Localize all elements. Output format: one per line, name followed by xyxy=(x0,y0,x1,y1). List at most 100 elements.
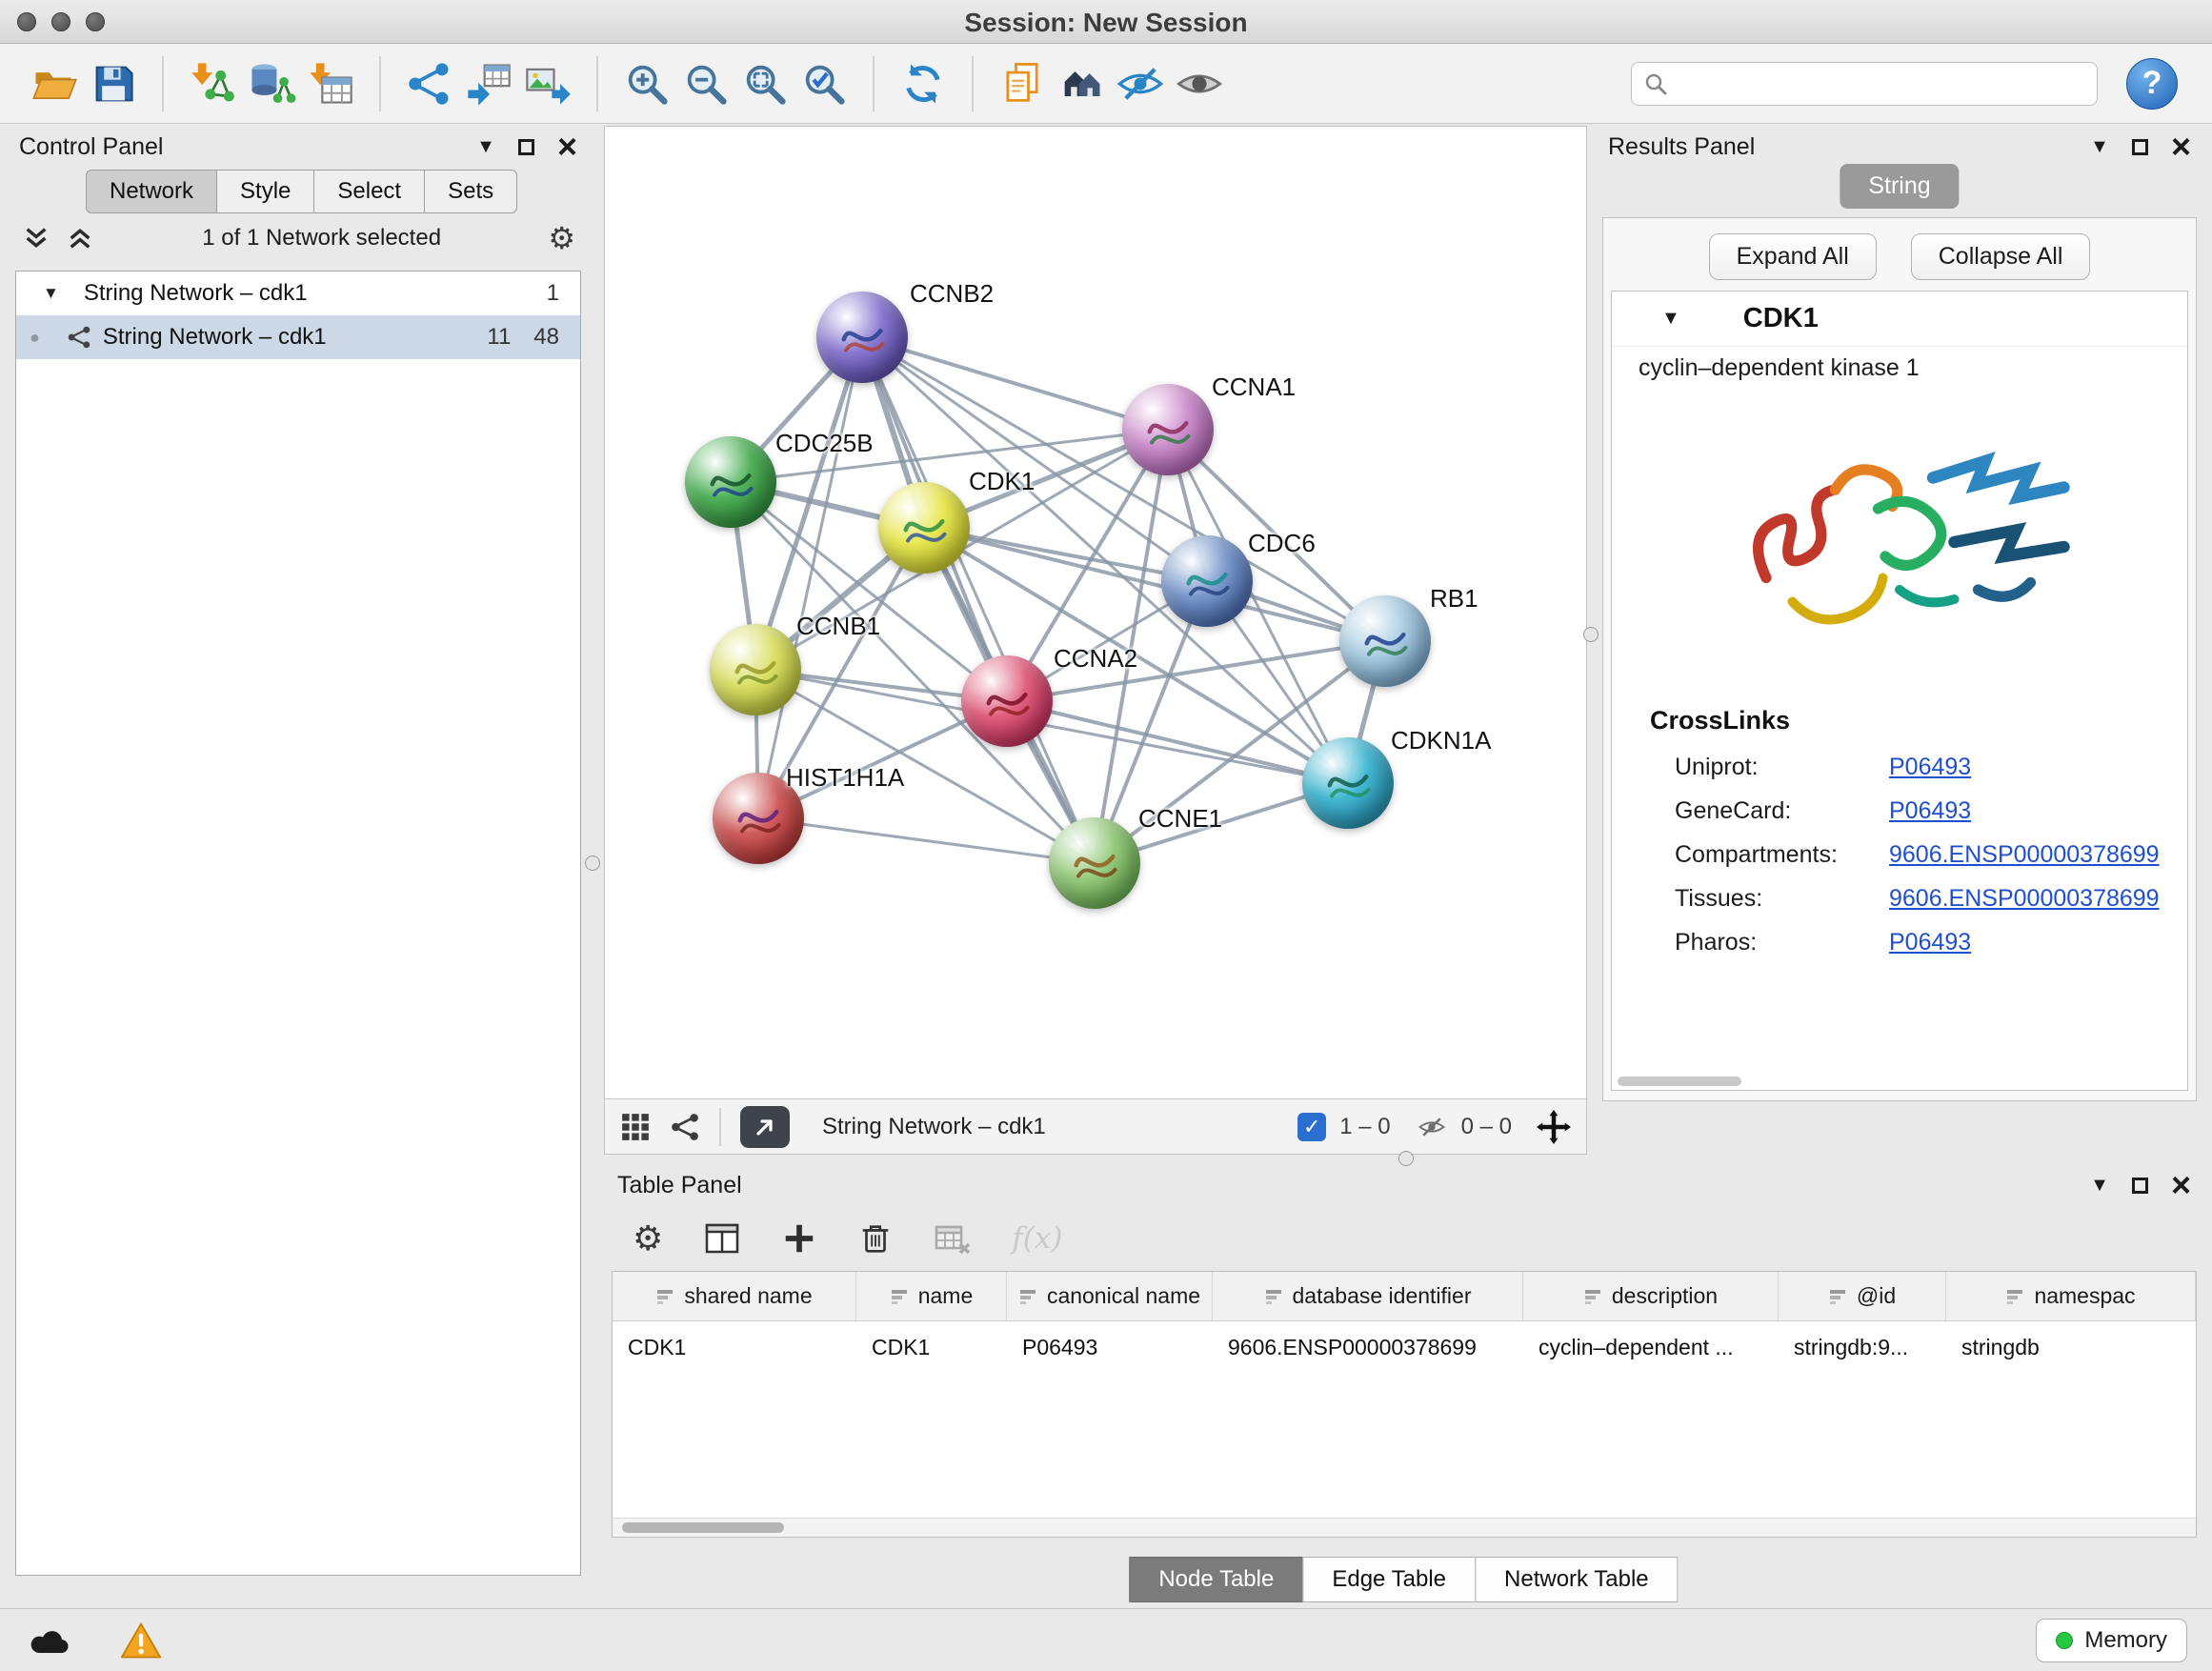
new-network-button[interactable] xyxy=(400,54,459,113)
save-session-button[interactable] xyxy=(84,54,143,113)
panel-float-icon[interactable]: ▼ xyxy=(476,137,495,156)
left-splitter-handle[interactable] xyxy=(585,856,600,871)
import-network-from-database-button[interactable] xyxy=(242,54,301,113)
tab-edge-table[interactable]: Edge Table xyxy=(1302,1557,1476,1602)
collapse-gene-icon[interactable]: ▼ xyxy=(1661,308,1680,330)
network-node-ccna1[interactable] xyxy=(1122,384,1214,475)
tab-network[interactable]: Network xyxy=(86,170,217,213)
panel-close-icon[interactable]: × xyxy=(557,130,577,164)
column-header[interactable]: database identifier xyxy=(1213,1272,1523,1320)
table-options-gear-icon[interactable]: ⚙ xyxy=(633,1218,663,1258)
zoom-fit-button[interactable] xyxy=(735,54,794,113)
search-box[interactable] xyxy=(1631,62,2098,106)
detach-view-button[interactable] xyxy=(740,1106,790,1148)
scrollbar-thumb[interactable] xyxy=(622,1522,784,1533)
tab-node-table[interactable]: Node Table xyxy=(1129,1557,1303,1602)
collapse-all-networks-icon[interactable] xyxy=(65,225,95,252)
tab-style[interactable]: Style xyxy=(216,170,314,213)
hide-selected-button[interactable] xyxy=(1111,54,1170,113)
panel-maximize-icon[interactable] xyxy=(2132,1178,2148,1194)
cell-at-id[interactable]: stringdb:9... xyxy=(1779,1321,1946,1373)
zoom-out-button[interactable] xyxy=(676,54,735,113)
search-input[interactable] xyxy=(1678,70,2085,97)
panel-maximize-icon[interactable] xyxy=(2132,139,2148,155)
network-view-toolbar: String Network – cdk1 ✓ 1 – 0 0 – 0 xyxy=(605,1098,1586,1154)
cell-canonical-name[interactable]: P06493 xyxy=(1007,1321,1213,1373)
delete-column-trash-icon[interactable] xyxy=(857,1220,894,1257)
save-floppy-icon xyxy=(89,59,138,109)
tab-network-table[interactable]: Network Table xyxy=(1475,1557,1679,1602)
crosshair-move-icon[interactable] xyxy=(1537,1110,1571,1144)
network-node-cdk1[interactable] xyxy=(878,482,970,574)
panel-float-icon[interactable]: ▼ xyxy=(2090,1176,2109,1195)
network-node-rb1[interactable] xyxy=(1339,595,1431,687)
import-table-from-file-button[interactable] xyxy=(301,54,360,113)
panel-float-icon[interactable]: ▼ xyxy=(2090,137,2109,156)
birdseye-view-button[interactable] xyxy=(670,1112,700,1142)
import-network-from-file-button[interactable] xyxy=(183,54,242,113)
panel-maximize-icon[interactable] xyxy=(518,139,534,155)
export-image-button[interactable] xyxy=(518,54,577,113)
zoom-in-button[interactable] xyxy=(617,54,676,113)
cell-namespace[interactable]: stringdb xyxy=(1946,1321,2196,1373)
network-node-ccnb2[interactable] xyxy=(816,292,908,383)
crosslink-uniprot-link[interactable]: P06493 xyxy=(1889,754,1971,781)
panel-close-icon[interactable]: × xyxy=(2171,130,2191,164)
crosslink-tissues-link[interactable]: 9606.ENSP00000378699 xyxy=(1889,885,2160,913)
tab-string[interactable]: String xyxy=(1840,164,1959,209)
show-columns-icon[interactable] xyxy=(703,1219,741,1258)
tab-sets[interactable]: Sets xyxy=(424,170,517,213)
tree-expander-icon[interactable]: ▼ xyxy=(43,284,59,303)
warning-icon[interactable] xyxy=(120,1621,162,1661)
selected-nodes-checkbox-icon[interactable]: ✓ xyxy=(1297,1113,1326,1141)
zoom-selected-button[interactable] xyxy=(794,54,854,113)
cloud-icon[interactable] xyxy=(25,1622,74,1659)
bottom-splitter-handle[interactable] xyxy=(1398,1151,1414,1166)
annotations-button[interactable] xyxy=(993,54,1052,113)
network-node-cdc25b[interactable] xyxy=(685,436,776,528)
cell-name[interactable]: CDK1 xyxy=(856,1321,1007,1373)
crosslink-pharos-link[interactable]: P06493 xyxy=(1889,929,1971,956)
network-row[interactable]: ● String Network – cdk1 11 48 xyxy=(16,315,580,359)
right-splitter-handle[interactable] xyxy=(1583,627,1599,642)
network-node-cdkn1a[interactable] xyxy=(1302,737,1394,829)
column-header[interactable]: canonical name xyxy=(1007,1272,1213,1320)
help-button[interactable]: ? xyxy=(2126,58,2178,110)
column-header[interactable]: shared name xyxy=(613,1272,856,1320)
show-all-button[interactable] xyxy=(1170,54,1229,113)
cell-description[interactable]: cyclin–dependent ... xyxy=(1523,1321,1779,1373)
column-header[interactable]: @id xyxy=(1779,1272,1946,1320)
cell-database-identifier[interactable]: 9606.ENSP00000378699 xyxy=(1213,1321,1523,1373)
refresh-button[interactable] xyxy=(894,54,953,113)
home-networks-button[interactable] xyxy=(1052,54,1111,113)
crosslink-compartments-link[interactable]: 9606.ENSP00000378699 xyxy=(1889,841,2160,869)
network-node-cdc6[interactable] xyxy=(1161,535,1253,627)
expand-all-button[interactable]: Expand All xyxy=(1709,233,1877,280)
column-header[interactable]: name xyxy=(856,1272,1007,1320)
network-canvas[interactable]: CCNB2CCNA1CDC25BCDK1CDC6RB1CCNB1CCNA2CDK… xyxy=(605,127,1586,1098)
expand-all-networks-icon[interactable] xyxy=(21,225,51,252)
memory-button[interactable]: Memory xyxy=(2036,1619,2187,1662)
crosslink-genecard-link[interactable]: P06493 xyxy=(1889,797,1971,825)
open-folder-icon xyxy=(30,59,79,109)
collapse-all-button[interactable]: Collapse All xyxy=(1911,233,2091,280)
new-network-from-table-button[interactable] xyxy=(459,54,518,113)
horizontal-scrollbar[interactable] xyxy=(613,1518,2196,1537)
cell-shared-name[interactable]: CDK1 xyxy=(613,1321,856,1373)
tab-select[interactable]: Select xyxy=(313,170,425,213)
network-node-ccna2[interactable] xyxy=(961,655,1053,747)
network-options-gear-icon[interactable]: ⚙ xyxy=(548,220,575,256)
network-collection-row[interactable]: ▼ String Network – cdk1 1 xyxy=(16,272,580,315)
create-column-plus-icon[interactable] xyxy=(781,1220,817,1257)
network-node-ccnb1[interactable] xyxy=(710,624,801,715)
grid-view-button[interactable] xyxy=(620,1112,651,1142)
column-header[interactable]: namespac xyxy=(1946,1272,2196,1320)
crosslink-label: Compartments: xyxy=(1675,841,1889,869)
panel-close-icon[interactable]: × xyxy=(2171,1168,2191,1202)
open-session-button[interactable] xyxy=(25,54,84,113)
sort-icon xyxy=(890,1287,909,1306)
table-row[interactable]: CDK1 CDK1 P06493 9606.ENSP00000378699 cy… xyxy=(613,1321,2196,1373)
network-node-ccne1[interactable] xyxy=(1049,817,1140,909)
results-scrollbar[interactable] xyxy=(1618,1077,1741,1086)
column-header[interactable]: description xyxy=(1523,1272,1779,1320)
